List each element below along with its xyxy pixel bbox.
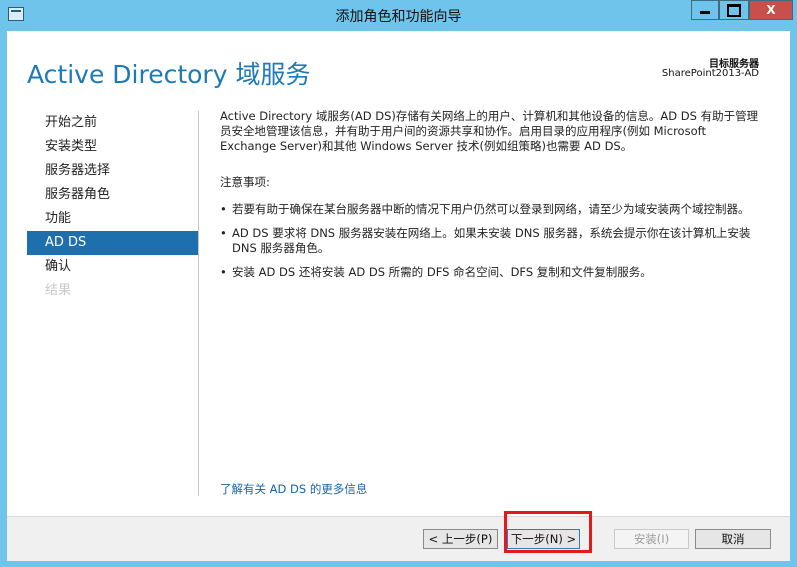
title-bar[interactable]: 添加角色和功能向导 X xyxy=(0,0,797,31)
window-title: 添加角色和功能向导 xyxy=(335,9,462,25)
list-item: • 安装 AD DS 还将安装 AD DS 所需的 DFS 命名空间、DFS 复制… xyxy=(220,265,765,280)
wizard-steps-nav: 开始之前 安装类型 服务器选择 服务器角色 功能 AD DS 确认 结果 xyxy=(27,111,198,303)
previous-button[interactable]: < 上一步(P) xyxy=(423,529,498,549)
bullet-icon: • xyxy=(220,202,227,216)
minimize-button[interactable] xyxy=(691,0,719,20)
nav-item-results: 结果 xyxy=(45,283,72,298)
bullet-icon: • xyxy=(220,226,227,240)
wizard-body: Active Directory 域服务 目标服务器 SharePoint201… xyxy=(7,31,790,561)
minimize-icon xyxy=(700,11,710,14)
nav-item-server-selection[interactable]: 服务器选择 xyxy=(27,159,198,183)
maximize-icon xyxy=(727,4,741,17)
bullet-icon: • xyxy=(220,265,227,279)
nav-item-ad-ds[interactable]: AD DS xyxy=(27,231,198,255)
nav-item-confirmation[interactable]: 确认 xyxy=(27,255,198,279)
close-icon: X xyxy=(766,3,776,17)
note-text: 若要有助于确保在某台服务器中断的情况下用户仍然可以登录到网络，请至少为域安装两个… xyxy=(232,202,750,216)
nav-item-server-roles[interactable]: 服务器角色 xyxy=(27,183,198,207)
close-button[interactable]: X xyxy=(749,0,793,20)
notes-title: 注意事项: xyxy=(220,175,270,189)
list-item: • 若要有助于确保在某台服务器中断的情况下用户仍然可以登录到网络，请至少为域安装两… xyxy=(220,202,765,217)
notes-list: • 若要有助于确保在某台服务器中断的情况下用户仍然可以登录到网络，请至少为域安装两… xyxy=(220,202,765,280)
install-button: 安装(I) xyxy=(614,529,689,549)
wizard-window: 添加角色和功能向导 X Active Directory 域服务 目标服务器 S… xyxy=(0,0,797,567)
note-text: AD DS 要求将 DNS 服务器安装在网络上。如果未安装 DNS 服务器，系统… xyxy=(232,226,751,255)
maximize-button[interactable] xyxy=(719,0,749,20)
note-text: 安装 AD DS 还将安装 AD DS 所需的 DFS 命名空间、DFS 复制和… xyxy=(232,265,652,279)
nav-divider xyxy=(198,111,199,496)
nav-item-features[interactable]: 功能 xyxy=(27,207,198,231)
nav-item-before-you-begin[interactable]: 开始之前 xyxy=(27,111,198,135)
main-content: Active Directory 域服务(AD DS)存储有关网络上的用户、计算… xyxy=(220,109,765,289)
learn-more-link[interactable]: 了解有关 AD DS 的更多信息 xyxy=(220,481,367,497)
button-bar: < 上一步(P) 下一步(N) > 安装(I) 取消 xyxy=(7,516,790,561)
next-button-highlight xyxy=(504,511,592,553)
page-title: Active Directory 域服务 xyxy=(27,60,311,89)
intro-text: Active Directory 域服务(AD DS)存储有关网络上的用户、计算… xyxy=(220,109,759,153)
nav-item-installation-type[interactable]: 安装类型 xyxy=(27,135,198,159)
cancel-button[interactable]: 取消 xyxy=(695,529,771,549)
list-item: • AD DS 要求将 DNS 服务器安装在网络上。如果未安装 DNS 服务器，系… xyxy=(220,226,765,256)
target-server-name: SharePoint2013-AD xyxy=(661,68,759,79)
